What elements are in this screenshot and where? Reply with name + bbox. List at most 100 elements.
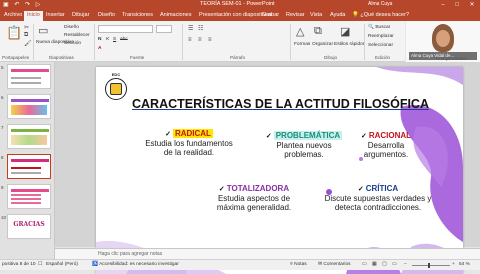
checkmark-icon: ✓ <box>218 186 225 193</box>
align-center-icon[interactable]: ≡ <box>198 37 202 43</box>
thumb-title-bar <box>11 69 49 72</box>
attr-radical[interactable]: ✓ RADICAL Estudia los fundamentos de la r… <box>144 129 234 157</box>
status-bar: positiva 8 de 10 ☐ Español (Perú) ♿ Acce… <box>0 259 480 270</box>
select-button[interactable]: Seleccionar <box>368 43 393 48</box>
tab-animaciones[interactable]: Animaciones <box>160 12 192 18</box>
format-painter-icon[interactable]: 🖌 <box>24 40 32 47</box>
reading-view-icon[interactable]: ▢ <box>382 262 387 267</box>
save-icon[interactable]: ▣ <box>3 2 11 8</box>
tab-inicio[interactable]: Inicio <box>24 11 43 21</box>
reset-button[interactable]: Restablecer <box>64 33 90 38</box>
current-slide[interactable]: EDC CARACTERÍSTICAS DE LA ACTITUD FILOSÓ… <box>96 67 463 274</box>
notes-button[interactable]: ≡ Notas <box>290 262 307 267</box>
zoom-slider[interactable] <box>412 265 450 266</box>
attr-totalizadora[interactable]: ✓ TOTALIZADORA Estudia aspectos de máxima… <box>204 184 304 212</box>
thumb-line <box>11 167 41 169</box>
normal-view-icon[interactable]: ▭ <box>362 262 367 267</box>
group-diapositivas: Diapositivas <box>49 55 74 60</box>
slide-thumbnail[interactable] <box>7 64 51 89</box>
tab-transiciones[interactable]: Transiciones <box>122 12 153 18</box>
tab-vista[interactable]: Vista <box>310 12 322 18</box>
separator <box>290 24 291 60</box>
comment-icon: ✉ <box>318 262 323 267</box>
slide-title[interactable]: CARACTERÍSTICAS DE LA ACTITUD FILOSÓFICA <box>132 97 429 111</box>
redo-icon[interactable]: ↷ <box>25 2 32 8</box>
attr-body: Discute supuestas verdades y detecta con… <box>324 194 432 212</box>
quick-access-toolbar[interactable]: ▣ ↶ ↷ ▷ <box>3 1 42 8</box>
new-slide-icon[interactable]: ▭ <box>38 24 48 37</box>
slide-thumbnail[interactable] <box>7 124 51 149</box>
start-icon[interactable]: ▷ <box>36 2 43 8</box>
numbering-icon[interactable]: ☷ <box>198 25 203 32</box>
copy-icon[interactable]: ⧉ <box>24 32 28 39</box>
presenter-face <box>436 30 450 47</box>
tell-me-search[interactable]: 💡 ¿Qué desea hacer? <box>352 12 409 18</box>
undo-icon[interactable]: ↶ <box>14 2 21 8</box>
tab-grabar[interactable]: Grabar <box>262 12 279 18</box>
replace-button[interactable]: Reemplazar <box>368 34 394 39</box>
shapes-icon[interactable]: △ <box>296 25 304 38</box>
zoom-slider-thumb[interactable] <box>428 263 430 268</box>
slide-thumbnail[interactable] <box>7 94 51 119</box>
attr-critica[interactable]: ✓ CRÍTICA Discute supuestas verdades y de… <box>316 184 440 212</box>
thumb-number: 7 <box>1 125 4 130</box>
thumb-gracias: GRACIAS <box>13 221 45 228</box>
shapes-button[interactable]: Formas <box>294 42 310 47</box>
tab-insertar[interactable]: Insertar <box>46 12 65 18</box>
slide-thumbnail-active[interactable] <box>7 154 51 179</box>
attr-head: RACIONAL <box>368 131 412 140</box>
align-right-icon[interactable]: ≡ <box>208 37 212 43</box>
accessibility-status[interactable]: ♿ Accesibilidad: es necesario investigar <box>92 262 179 267</box>
align-left-icon[interactable]: ≡ <box>188 37 192 43</box>
close-icon[interactable]: ✕ <box>465 0 479 10</box>
italic-icon[interactable]: K <box>106 37 109 42</box>
attr-racional[interactable]: ✓ RACIONAL Desarrolla argumentos. <box>346 131 426 159</box>
attr-problematica[interactable]: ✓ PROBLEMÁTICA Plantea nuevos problemas. <box>256 131 352 159</box>
thumb-number: 9 <box>1 185 4 190</box>
logo-text: EDC <box>111 72 121 77</box>
quick-styles-icon[interactable]: ◪ <box>340 25 350 38</box>
cut-icon[interactable]: ✂ <box>24 24 29 31</box>
attr-body: Estudia los fundamentos de la realidad. <box>145 139 233 157</box>
section-button[interactable]: Sección <box>64 41 81 46</box>
paste-icon[interactable]: 📋 <box>6 25 22 41</box>
strikethrough-icon[interactable]: abc <box>120 37 128 42</box>
notes-pane[interactable]: Haga clic para agregar notas <box>55 248 480 259</box>
attr-body: Desarrolla argumentos. <box>363 141 409 159</box>
slideshow-icon[interactable]: ▭ <box>392 262 397 267</box>
minimize-icon[interactable]: – <box>436 0 450 10</box>
language-status[interactable]: Español (Perú) <box>46 262 78 267</box>
bullets-icon[interactable]: ☰ <box>188 25 193 32</box>
bold-icon[interactable]: N <box>98 37 101 42</box>
comments-button[interactable]: ✉ Comentarios <box>318 262 351 267</box>
group-parrafo: Párrafo <box>230 55 246 60</box>
font-size-select[interactable] <box>156 25 172 33</box>
tab-archivo[interactable]: Archivo <box>4 12 22 18</box>
tab-presentacion[interactable]: Presentación con diapositivas <box>199 12 272 18</box>
tab-ayuda[interactable]: Ayuda <box>330 12 346 18</box>
spellcheck-icon[interactable]: ☐ <box>38 262 42 267</box>
quick-styles-button[interactable]: Estilos rápidos <box>334 42 365 47</box>
tab-revisar[interactable]: Revisar <box>286 12 305 18</box>
zoom-level[interactable]: 54 % <box>459 262 470 267</box>
underline-icon[interactable]: S <box>113 37 116 42</box>
zoom-in-icon[interactable]: + <box>452 262 455 267</box>
find-button[interactable]: 🔍 Buscar <box>368 25 390 30</box>
maximize-icon[interactable]: □ <box>450 0 464 10</box>
slide-thumbnail[interactable]: GRACIAS <box>7 214 51 239</box>
font-name-select[interactable] <box>98 25 153 33</box>
thumb-number: 8 <box>1 155 4 160</box>
font-color-icon[interactable]: A <box>98 46 101 51</box>
layout-button[interactable]: Diseño <box>64 25 79 30</box>
separator <box>182 24 183 60</box>
arrange-icon[interactable]: ⧉ <box>314 25 322 38</box>
zoom-out-icon[interactable]: – <box>404 262 407 267</box>
slide-thumbnail[interactable] <box>7 184 51 209</box>
arrange-button[interactable]: Organizar <box>312 42 333 47</box>
slide-sorter-icon[interactable]: ▦ <box>372 262 377 267</box>
thumb-line <box>11 77 41 79</box>
tab-diseno[interactable]: Diseño <box>98 12 115 18</box>
thumb-title-bar <box>11 129 49 132</box>
group-fuente: Fuente <box>130 55 145 60</box>
tab-dibujar[interactable]: Dibujar <box>72 12 89 18</box>
